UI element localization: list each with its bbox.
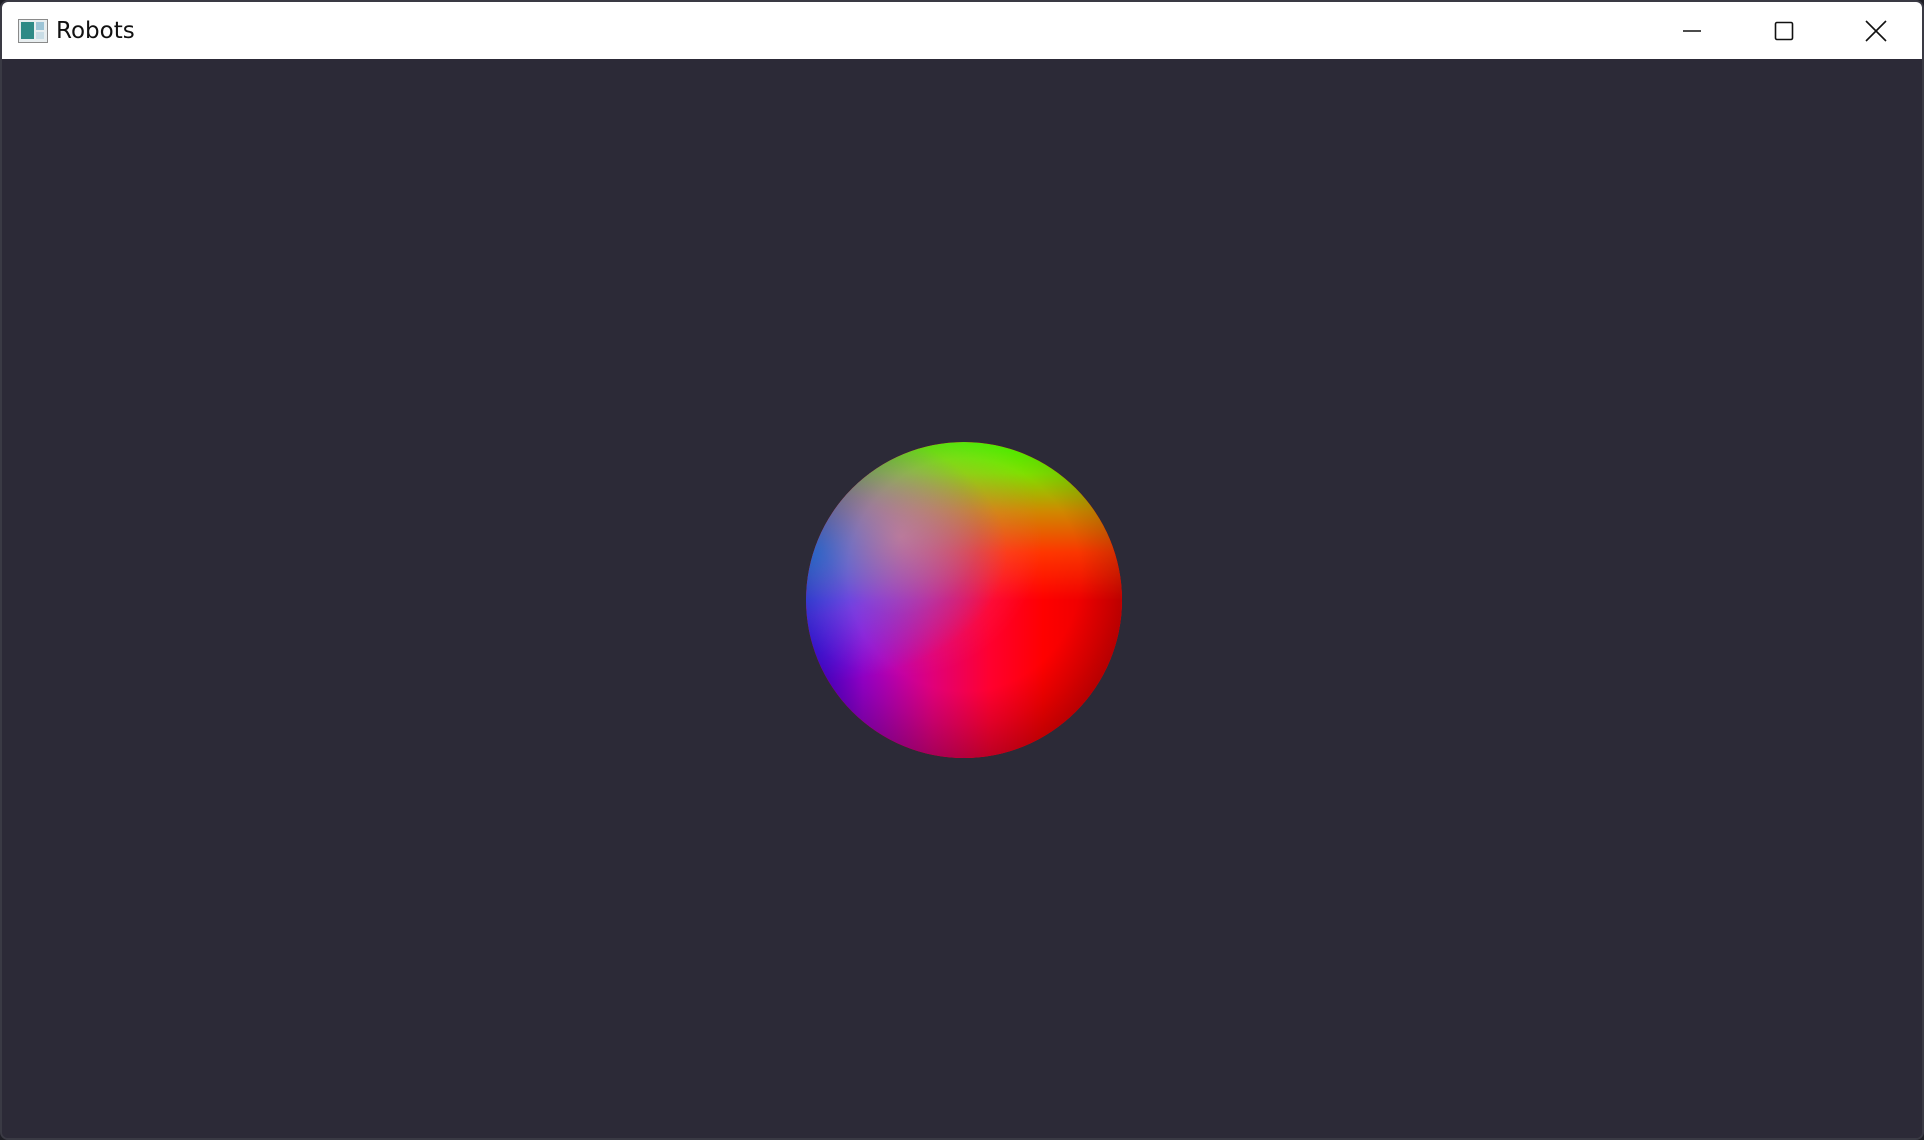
maximize-button[interactable]	[1738, 2, 1830, 59]
minimize-icon	[1683, 29, 1701, 32]
window-title: Robots	[56, 17, 135, 44]
app-window: Robots	[0, 0, 1924, 1140]
close-icon	[1865, 19, 1887, 42]
window-controls	[1646, 2, 1922, 59]
app-window-icon	[18, 18, 48, 43]
minimize-button[interactable]	[1646, 2, 1738, 59]
render-viewport[interactable]	[2, 59, 1922, 1138]
title-bar[interactable]: Robots	[2, 2, 1922, 59]
maximize-icon	[1774, 21, 1794, 40]
rainbow-sphere	[806, 442, 1122, 758]
close-button[interactable]	[1830, 2, 1922, 59]
